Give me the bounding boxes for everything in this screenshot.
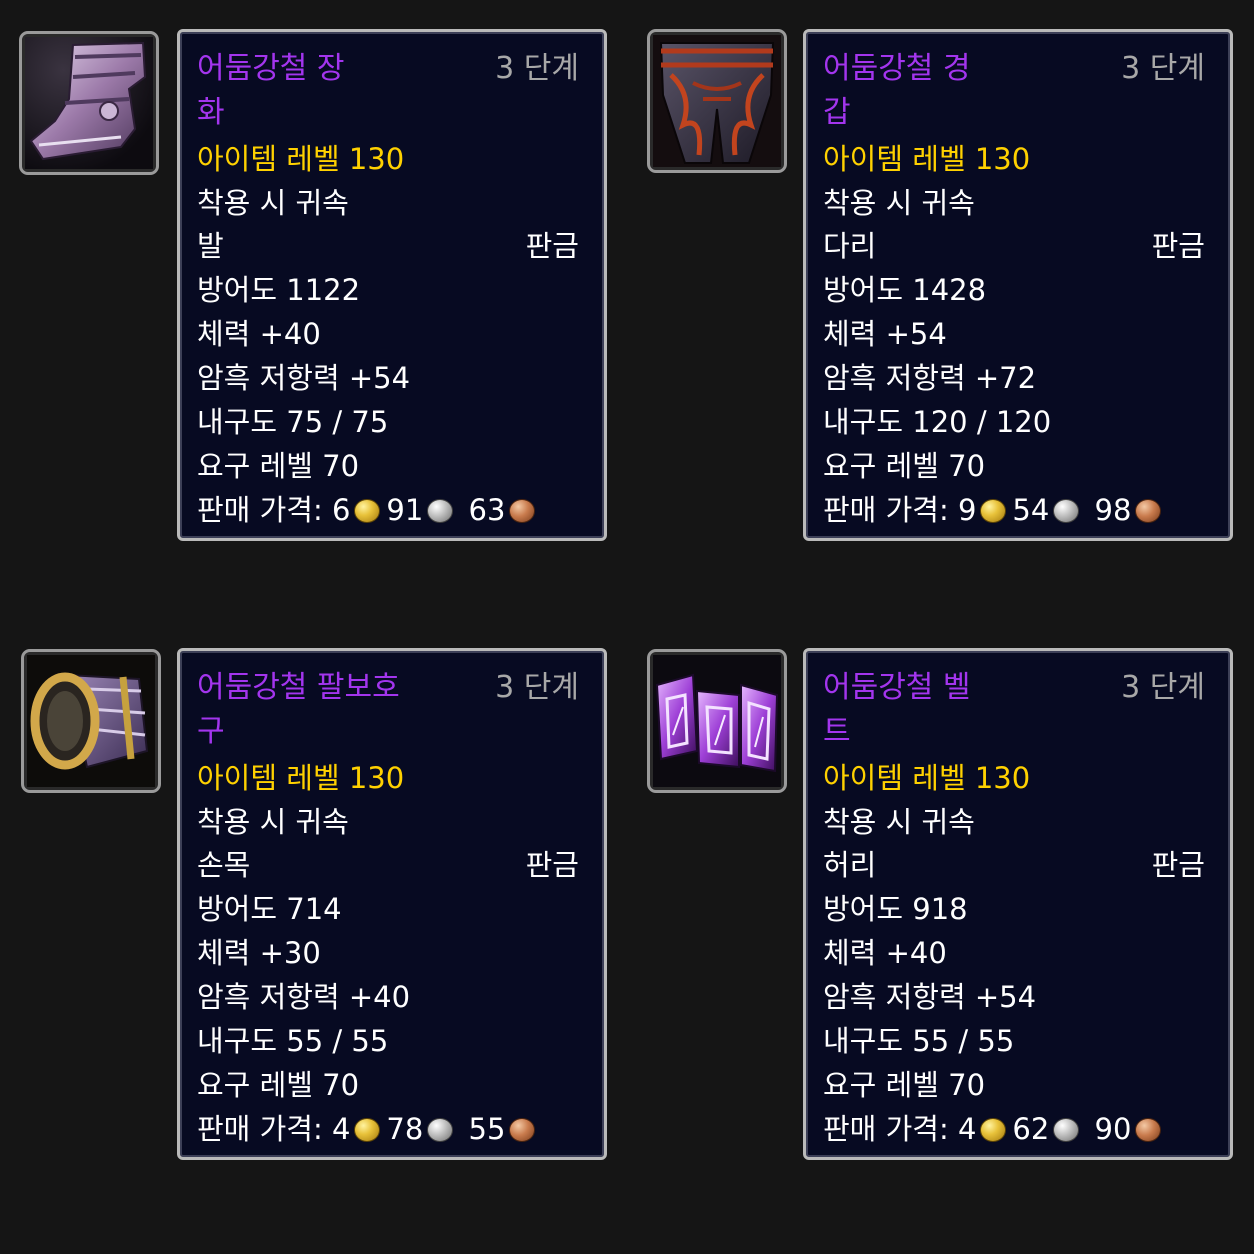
silver-coin-icon bbox=[1053, 1118, 1080, 1142]
sell-price: 판매 가격: 4 62 90 bbox=[823, 1112, 1167, 1146]
item-tier: 3 단계 bbox=[495, 51, 579, 86]
silver-amount: 78 bbox=[386, 1112, 424, 1146]
armor-value: 방어도 714 bbox=[197, 892, 342, 926]
gold-coin-icon bbox=[980, 1118, 1007, 1142]
binding-text: 착용 시 귀속 bbox=[197, 805, 349, 839]
binding-text: 착용 시 귀속 bbox=[197, 186, 349, 220]
required-level: 요구 레벨 70 bbox=[823, 1068, 986, 1102]
copper-coin-icon bbox=[509, 499, 536, 523]
armor-type: 판금 bbox=[525, 848, 579, 882]
required-level: 요구 레벨 70 bbox=[823, 449, 986, 483]
required-level: 요구 레벨 70 bbox=[197, 449, 360, 483]
gold-coin-icon bbox=[354, 1118, 381, 1142]
silver-amount: 91 bbox=[386, 493, 424, 527]
gold-amount: 6 bbox=[331, 493, 351, 527]
gold-coin-icon bbox=[980, 499, 1007, 523]
armor-type: 판금 bbox=[1151, 229, 1205, 263]
item-icon-frame[interactable] bbox=[19, 31, 159, 175]
item-tooltip: 어둠강철 팔보호 3 단계 구 아이템 레벨 130 착용 시 귀속 손목 판금… bbox=[177, 648, 607, 1160]
sell-price: 판매 가격: 6 91 63 bbox=[197, 493, 541, 527]
stamina-stat: 체력 +30 bbox=[197, 936, 321, 970]
copper-coin-icon bbox=[509, 1118, 536, 1142]
copper-amount: 55 bbox=[468, 1112, 506, 1146]
binding-text: 착용 시 귀속 bbox=[823, 805, 975, 839]
durability: 내구도 120 / 120 bbox=[823, 405, 1052, 439]
sell-price: 판매 가격: 4 78 55 bbox=[197, 1112, 541, 1146]
item-tier: 3 단계 bbox=[1121, 51, 1205, 86]
item-tier: 3 단계 bbox=[1121, 670, 1205, 705]
item-icon-frame[interactable] bbox=[21, 649, 161, 793]
item-name-continued: 구 bbox=[197, 714, 225, 749]
durability: 내구도 55 / 55 bbox=[197, 1024, 389, 1058]
copper-coin-icon bbox=[1135, 499, 1162, 523]
plate-belt-icon bbox=[653, 655, 781, 787]
silver-coin-icon bbox=[427, 499, 454, 523]
stamina-stat: 체력 +54 bbox=[823, 317, 947, 351]
gold-amount: 4 bbox=[957, 1112, 977, 1146]
item-name: 어둠강철 팔보호 bbox=[197, 670, 400, 705]
item-icon-frame[interactable] bbox=[647, 649, 787, 793]
armor-value: 방어도 918 bbox=[823, 892, 968, 926]
item-name-continued: 트 bbox=[823, 714, 851, 749]
item-level: 아이템 레벨 130 bbox=[823, 761, 1031, 795]
binding-text: 착용 시 귀속 bbox=[823, 186, 975, 220]
silver-amount: 54 bbox=[1012, 493, 1050, 527]
stamina-stat: 체력 +40 bbox=[197, 317, 321, 351]
item-tier: 3 단계 bbox=[495, 670, 579, 705]
silver-coin-icon bbox=[1053, 499, 1080, 523]
item-tooltip: 어둠강철 벨 3 단계 트 아이템 레벨 130 착용 시 귀속 허리 판금 방… bbox=[803, 648, 1233, 1160]
gold-amount: 9 bbox=[957, 493, 977, 527]
shadow-resistance-stat: 암흑 저항력 +72 bbox=[823, 361, 1037, 395]
sell-price-label: 판매 가격: bbox=[823, 1112, 949, 1146]
equip-slot: 발 bbox=[197, 229, 224, 263]
silver-amount: 62 bbox=[1012, 1112, 1050, 1146]
sell-price-label: 판매 가격: bbox=[823, 493, 949, 527]
stamina-stat: 체력 +40 bbox=[823, 936, 947, 970]
plate-bracer-icon bbox=[27, 655, 155, 787]
item-name: 어둠강철 장 bbox=[197, 51, 345, 86]
item-level: 아이템 레벨 130 bbox=[197, 142, 405, 176]
silver-coin-icon bbox=[427, 1118, 454, 1142]
plate-leggings-icon bbox=[653, 35, 781, 167]
equip-slot: 손목 bbox=[197, 848, 251, 882]
armor-type: 판금 bbox=[525, 229, 579, 263]
equip-slot: 다리 bbox=[823, 229, 877, 263]
item-level: 아이템 레벨 130 bbox=[197, 761, 405, 795]
plate-boots-icon bbox=[25, 37, 153, 169]
item-name-continued: 갑 bbox=[823, 95, 851, 130]
shadow-resistance-stat: 암흑 저항력 +54 bbox=[823, 980, 1037, 1014]
required-level: 요구 레벨 70 bbox=[197, 1068, 360, 1102]
equip-slot: 허리 bbox=[823, 848, 877, 882]
item-tooltip: 어둠강철 경 3 단계 갑 아이템 레벨 130 착용 시 귀속 다리 판금 방… bbox=[803, 29, 1233, 541]
copper-amount: 98 bbox=[1094, 493, 1132, 527]
armor-value: 방어도 1428 bbox=[823, 273, 987, 307]
gold-amount: 4 bbox=[331, 1112, 351, 1146]
shadow-resistance-stat: 암흑 저항력 +54 bbox=[197, 361, 411, 395]
sell-price-label: 판매 가격: bbox=[197, 493, 323, 527]
item-name: 어둠강철 벨 bbox=[823, 670, 971, 705]
copper-amount: 90 bbox=[1094, 1112, 1132, 1146]
copper-coin-icon bbox=[1135, 1118, 1162, 1142]
armor-value: 방어도 1122 bbox=[197, 273, 361, 307]
gold-coin-icon bbox=[354, 499, 381, 523]
item-name: 어둠강철 경 bbox=[823, 51, 971, 86]
copper-amount: 63 bbox=[468, 493, 506, 527]
sell-price-label: 판매 가격: bbox=[197, 1112, 323, 1146]
item-tooltip: 어둠강철 장 3 단계 화 아이템 레벨 130 착용 시 귀속 발 판금 방어… bbox=[177, 29, 607, 541]
durability: 내구도 55 / 55 bbox=[823, 1024, 1015, 1058]
shadow-resistance-stat: 암흑 저항력 +40 bbox=[197, 980, 411, 1014]
item-icon-frame[interactable] bbox=[647, 29, 787, 173]
durability: 내구도 75 / 75 bbox=[197, 405, 389, 439]
sell-price: 판매 가격: 9 54 98 bbox=[823, 493, 1167, 527]
armor-type: 판금 bbox=[1151, 848, 1205, 882]
item-name-continued: 화 bbox=[197, 95, 225, 130]
item-level: 아이템 레벨 130 bbox=[823, 142, 1031, 176]
